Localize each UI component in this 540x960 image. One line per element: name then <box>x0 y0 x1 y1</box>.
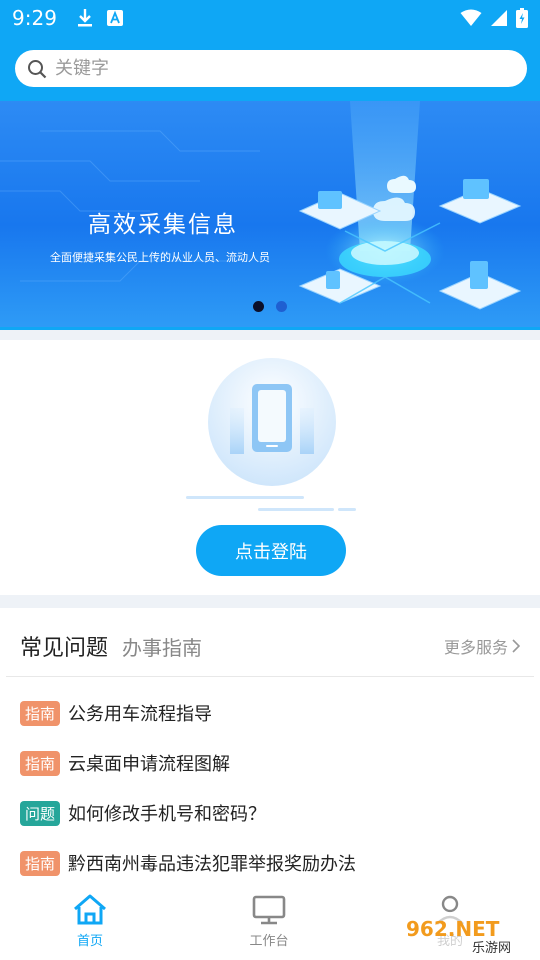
login-card: 点击登陆 <box>0 340 540 595</box>
search-icon <box>28 59 47 78</box>
carousel-dot[interactable] <box>276 301 287 312</box>
watermark-logo: 962.NET 乐游网 <box>400 912 530 956</box>
chevron-right-icon <box>512 639 520 653</box>
monitor-icon <box>252 895 286 925</box>
download-icon <box>77 9 92 27</box>
banner-title: 高效采集信息 <box>88 212 238 238</box>
watermark-text: 962.NET <box>406 917 500 941</box>
tab-faq[interactable]: 常见问题 <box>20 630 108 662</box>
signal-icon <box>491 10 507 26</box>
tab-guide[interactable]: 办事指南 <box>122 632 202 661</box>
list-item-text: 公务用车流程指导 <box>68 704 213 725</box>
login-button[interactable]: 点击登陆 <box>196 525 346 576</box>
faq-tabs: 常见问题 办事指南 <box>20 630 202 662</box>
banner-subtitle: 全面便捷采集公民上传的从业人员、流动人员 <box>50 251 270 264</box>
list-item-text: 黔西南州毒品违法犯罪举报奖励办法 <box>68 854 357 875</box>
status-time: 9:29 <box>12 6 57 30</box>
battery-icon <box>516 8 528 28</box>
more-services-link[interactable]: 更多服务 <box>444 634 520 658</box>
status-bar: 9:29 <box>0 0 540 36</box>
search-input[interactable] <box>55 58 475 79</box>
guide-tag: 指南 <box>20 850 61 876</box>
font-icon <box>106 10 123 26</box>
banner-carousel[interactable]: 高效采集信息 全面便捷采集公民上传的从业人员、流动人员 <box>0 101 540 327</box>
list-item-text: 如何修改手机号和密码？ <box>68 804 267 825</box>
watermark-sub: 乐游网 <box>472 941 511 956</box>
divider <box>6 676 534 677</box>
list-item[interactable]: 指南 黔西南州毒品违法犯罪举报奖励办法 <box>20 838 356 888</box>
search-bar[interactable] <box>15 50 527 87</box>
carousel-dot-active[interactable] <box>253 301 264 312</box>
faq-list: 指南 公务用车流程指导 指南 云桌面申请流程图解 问题 如何修改手机号和密码？ … <box>20 688 356 888</box>
guide-tag: 指南 <box>20 700 61 726</box>
banner-illustration <box>0 101 522 310</box>
nav-workbench-label: 工作台 <box>249 934 289 949</box>
nav-home[interactable]: 首页 <box>50 894 130 949</box>
carousel-indicator <box>253 301 287 312</box>
list-item[interactable]: 问题 如何修改手机号和密码？ <box>20 788 356 838</box>
question-tag: 问题 <box>20 800 61 826</box>
guide-tag: 指南 <box>20 750 61 776</box>
nav-workbench[interactable]: 工作台 <box>229 894 309 949</box>
phone-login-illustration <box>186 358 356 511</box>
nav-home-label: 首页 <box>76 934 103 949</box>
list-item[interactable]: 指南 公务用车流程指导 <box>20 688 356 738</box>
more-services-label: 更多服务 <box>443 638 508 657</box>
wifi-icon <box>460 9 482 26</box>
home-icon <box>74 894 106 925</box>
list-item[interactable]: 指南 云桌面申请流程图解 <box>20 738 356 788</box>
list-item-text: 云桌面申请流程图解 <box>68 754 231 775</box>
